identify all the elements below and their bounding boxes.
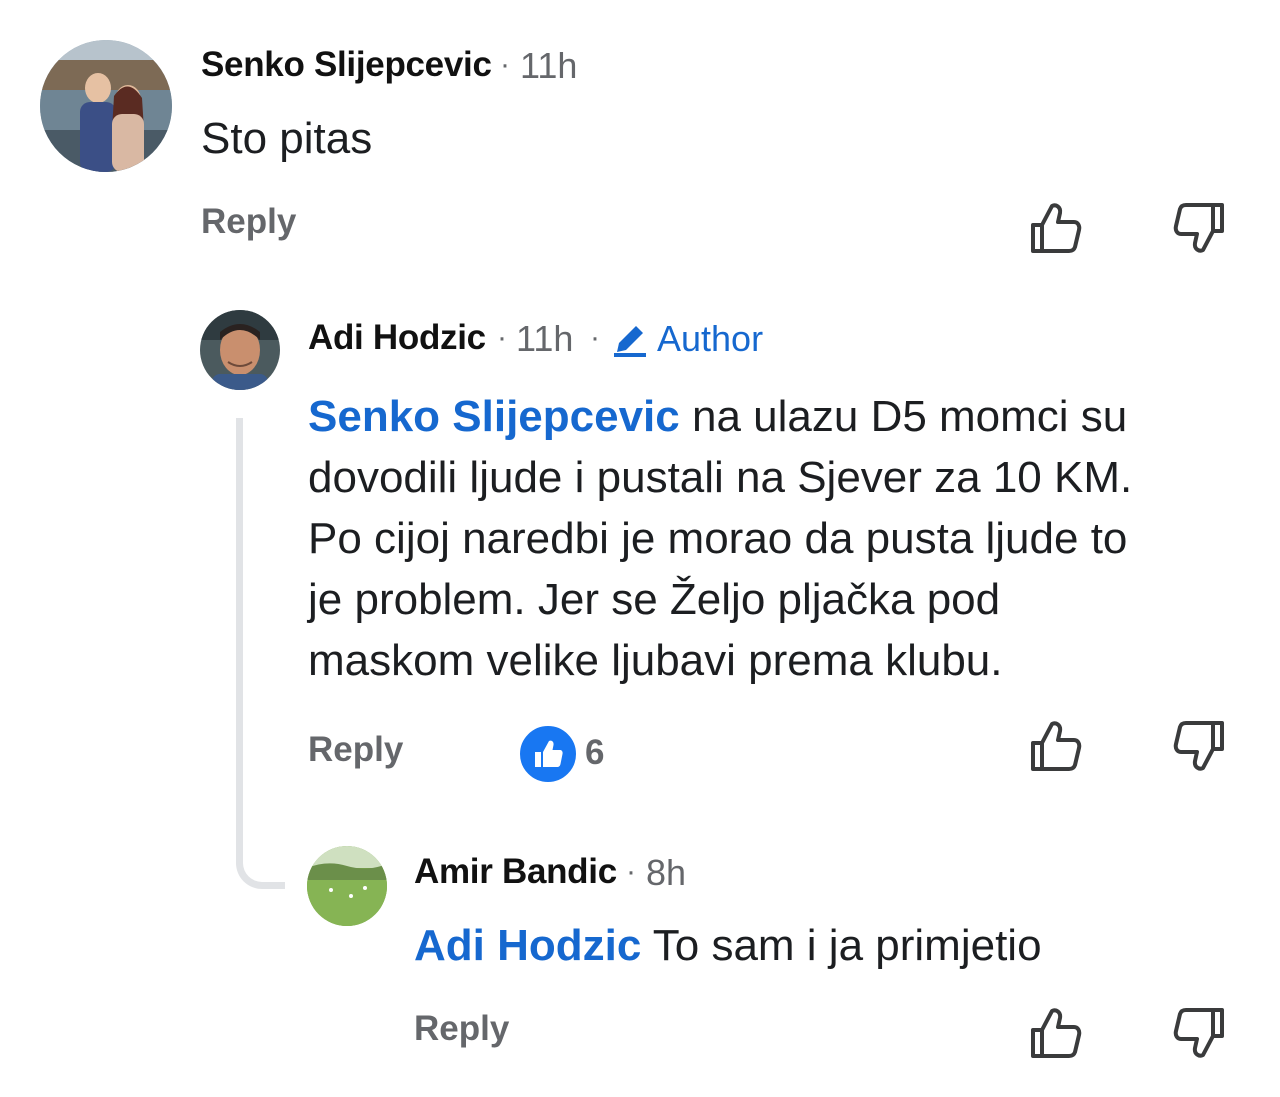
avatar[interactable] xyxy=(40,40,172,172)
reply-button[interactable]: Reply xyxy=(201,202,296,242)
comment-timestamp[interactable]: 11h xyxy=(516,318,573,360)
comment-timestamp[interactable]: 11h xyxy=(520,45,577,87)
separator-dot: · xyxy=(500,48,510,81)
like-reaction-icon[interactable] xyxy=(517,723,579,785)
mention-link[interactable]: Adi Hodzic xyxy=(414,921,641,970)
separator-dot: · xyxy=(497,321,507,354)
thumbs-down-outline-icon[interactable] xyxy=(1172,1005,1228,1061)
comment-text: Senko Slijepcevic na ulazu D5 momci su d… xyxy=(308,386,1238,691)
reaction-count[interactable]: 6 xyxy=(585,733,604,773)
text-line: je problem. Jer se Željo pljačka pod xyxy=(308,575,1001,624)
thumbs-down-outline-icon[interactable] xyxy=(1172,718,1228,774)
text-line: maskom velike ljubavi prema klubu. xyxy=(308,636,1003,685)
mention-link[interactable]: Senko Slijepcevic xyxy=(308,392,680,441)
comment-text-content: To sam i ja primjetio xyxy=(652,921,1042,970)
text-line: Po cijoj naredbi je morao da pusta ljude… xyxy=(308,514,1128,563)
pencil-icon xyxy=(614,326,646,357)
avatar[interactable] xyxy=(200,310,280,390)
text-line: na ulazu D5 momci su xyxy=(691,392,1128,441)
text-line: dovodili ljude i pustali na Sjever za 10… xyxy=(308,453,1133,502)
comment-timestamp[interactable]: 8h xyxy=(646,852,686,894)
separator-dot: · xyxy=(590,321,600,354)
separator-dot: · xyxy=(626,855,636,888)
avatar[interactable] xyxy=(307,846,387,926)
comment-text: Sto pitas xyxy=(201,114,373,163)
comment-author[interactable]: Adi Hodzic xyxy=(308,318,486,358)
thumbs-up-outline-icon[interactable] xyxy=(1027,718,1083,774)
reply-button[interactable]: Reply xyxy=(414,1009,509,1049)
thumbs-up-outline-icon[interactable] xyxy=(1027,200,1083,256)
comment-author[interactable]: Senko Slijepcevic xyxy=(201,45,492,85)
thumbs-up-outline-icon[interactable] xyxy=(1027,1005,1083,1061)
thumbs-down-outline-icon[interactable] xyxy=(1172,200,1228,256)
author-badge: Author xyxy=(657,318,764,359)
reply-button[interactable]: Reply xyxy=(308,730,403,770)
comment-author[interactable]: Amir Bandic xyxy=(414,852,617,892)
comment-text: Adi Hodzic To sam i ja primjetio xyxy=(414,915,1042,976)
thread-connector-line xyxy=(236,418,285,889)
